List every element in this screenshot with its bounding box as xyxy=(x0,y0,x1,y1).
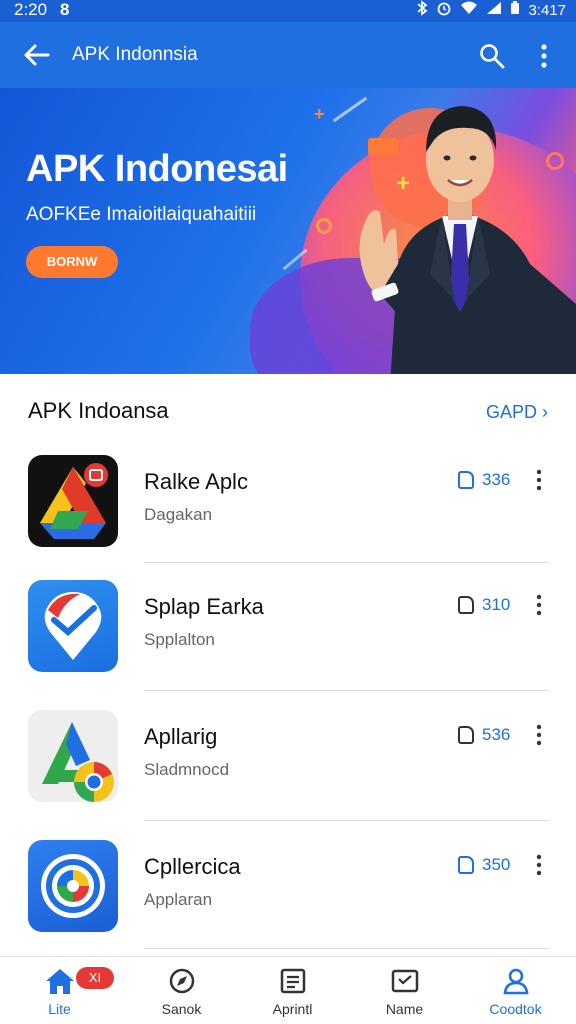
app-name: Ralke Aplc xyxy=(144,469,248,494)
list-icon xyxy=(279,967,307,995)
document-icon xyxy=(458,596,474,614)
drive-like-app-icon xyxy=(28,455,118,547)
search-icon[interactable] xyxy=(478,42,506,70)
divider xyxy=(144,690,548,691)
banner-headline: APK Indonesai xyxy=(26,148,288,190)
location-pin-app-icon xyxy=(28,580,118,672)
divider xyxy=(144,948,548,949)
app-size-value: 336 xyxy=(482,470,511,489)
status-battery-text: 3:417 xyxy=(528,1,566,19)
divider xyxy=(144,820,548,821)
compass-icon xyxy=(168,967,196,995)
nav-item-search[interactable]: Sanok xyxy=(124,957,239,1024)
notification-badge: XI xyxy=(76,967,114,989)
arrow-left-icon[interactable] xyxy=(22,40,52,70)
app-bar-title: APK Indonnsia xyxy=(72,44,198,65)
app-size: 350 xyxy=(458,854,510,876)
app-list-item[interactable]: Ralke Aplc Dagakan 336 xyxy=(0,455,576,583)
wifi-icon xyxy=(460,1,478,19)
status-extra: 8 xyxy=(60,0,70,19)
document-icon xyxy=(458,471,474,489)
nav-label: Coodtok xyxy=(489,1001,542,1017)
section-title: APK Indoansa xyxy=(28,398,169,423)
app-name: Apllarig xyxy=(144,724,218,749)
app-size: 336 xyxy=(458,469,510,491)
banner-subtitle: AOFKEe Imaioitlaiquahaitiii xyxy=(26,204,257,225)
banner-decoration xyxy=(316,218,332,234)
app-list-item[interactable]: Apllarig Sladmnocd 536 xyxy=(0,710,576,838)
more-vertical-icon[interactable] xyxy=(534,854,544,876)
nav-item-home[interactable]: XI Lite xyxy=(2,957,117,1024)
businessman-illustration xyxy=(350,94,576,374)
section-link-label: GAPD xyxy=(485,402,537,422)
nav-item-profile[interactable]: Coodtok xyxy=(458,957,573,1024)
more-vertical-icon[interactable] xyxy=(534,42,554,70)
banner-cta-button[interactable]: BORNW xyxy=(26,246,118,278)
inbox-icon xyxy=(391,967,419,995)
app-bar: APK Indonnsia xyxy=(0,22,576,88)
divider xyxy=(144,562,548,563)
home-icon xyxy=(44,967,74,995)
app-name: Cpllercica xyxy=(144,854,241,879)
document-icon xyxy=(458,856,474,874)
nav-label: Lite xyxy=(48,1001,71,1017)
app-subtitle: Spplalton xyxy=(144,630,215,649)
bottom-navigation: XI Lite Sanok Aprintl Name Coodtok xyxy=(0,956,576,1024)
app-size-value: 310 xyxy=(482,595,511,614)
signal-icon xyxy=(486,1,502,19)
more-vertical-icon[interactable] xyxy=(534,469,544,491)
section-see-all-link[interactable]: GAPD › xyxy=(486,402,548,423)
alarm-icon xyxy=(436,0,452,20)
status-icons: 3:417 xyxy=(416,0,566,20)
person-icon xyxy=(502,967,530,995)
app-size: 310 xyxy=(458,594,510,616)
app-size-value: 536 xyxy=(482,725,511,744)
nav-label: Aprintl xyxy=(272,1001,313,1017)
nav-label: Name xyxy=(385,1001,424,1017)
chevron-right-icon: › xyxy=(537,402,548,422)
nav-label: Sanok xyxy=(161,1001,202,1017)
more-vertical-icon[interactable] xyxy=(534,724,544,746)
app-size-value: 350 xyxy=(482,855,511,874)
plus-decoration-icon: + xyxy=(314,104,325,124)
app-subtitle: Applaran xyxy=(144,890,213,909)
nav-item-inbox[interactable]: Name xyxy=(347,957,462,1024)
battery-icon xyxy=(510,1,520,19)
nav-item-list[interactable]: Aprintl xyxy=(235,957,350,1024)
promo-banner[interactable]: + + APK Indonesai AOFKEe Imaioitlaiquaha… xyxy=(0,88,576,374)
app-size: 536 xyxy=(458,724,510,746)
document-icon xyxy=(458,726,474,744)
app-subtitle: Sladmnocd xyxy=(144,760,230,779)
bluetooth-icon xyxy=(416,0,428,20)
more-vertical-icon[interactable] xyxy=(534,594,544,616)
status-time: 2:20 xyxy=(14,0,48,19)
status-bar: 2:20 8 3:417 xyxy=(0,0,576,22)
circle-app-icon xyxy=(28,840,118,932)
app-list-item[interactable]: Splap Earka Spplalton 310 xyxy=(0,580,576,708)
app-subtitle: Dagakan xyxy=(144,505,213,524)
chrome-like-app-icon xyxy=(28,710,118,802)
app-name: Splap Earka xyxy=(144,594,264,619)
